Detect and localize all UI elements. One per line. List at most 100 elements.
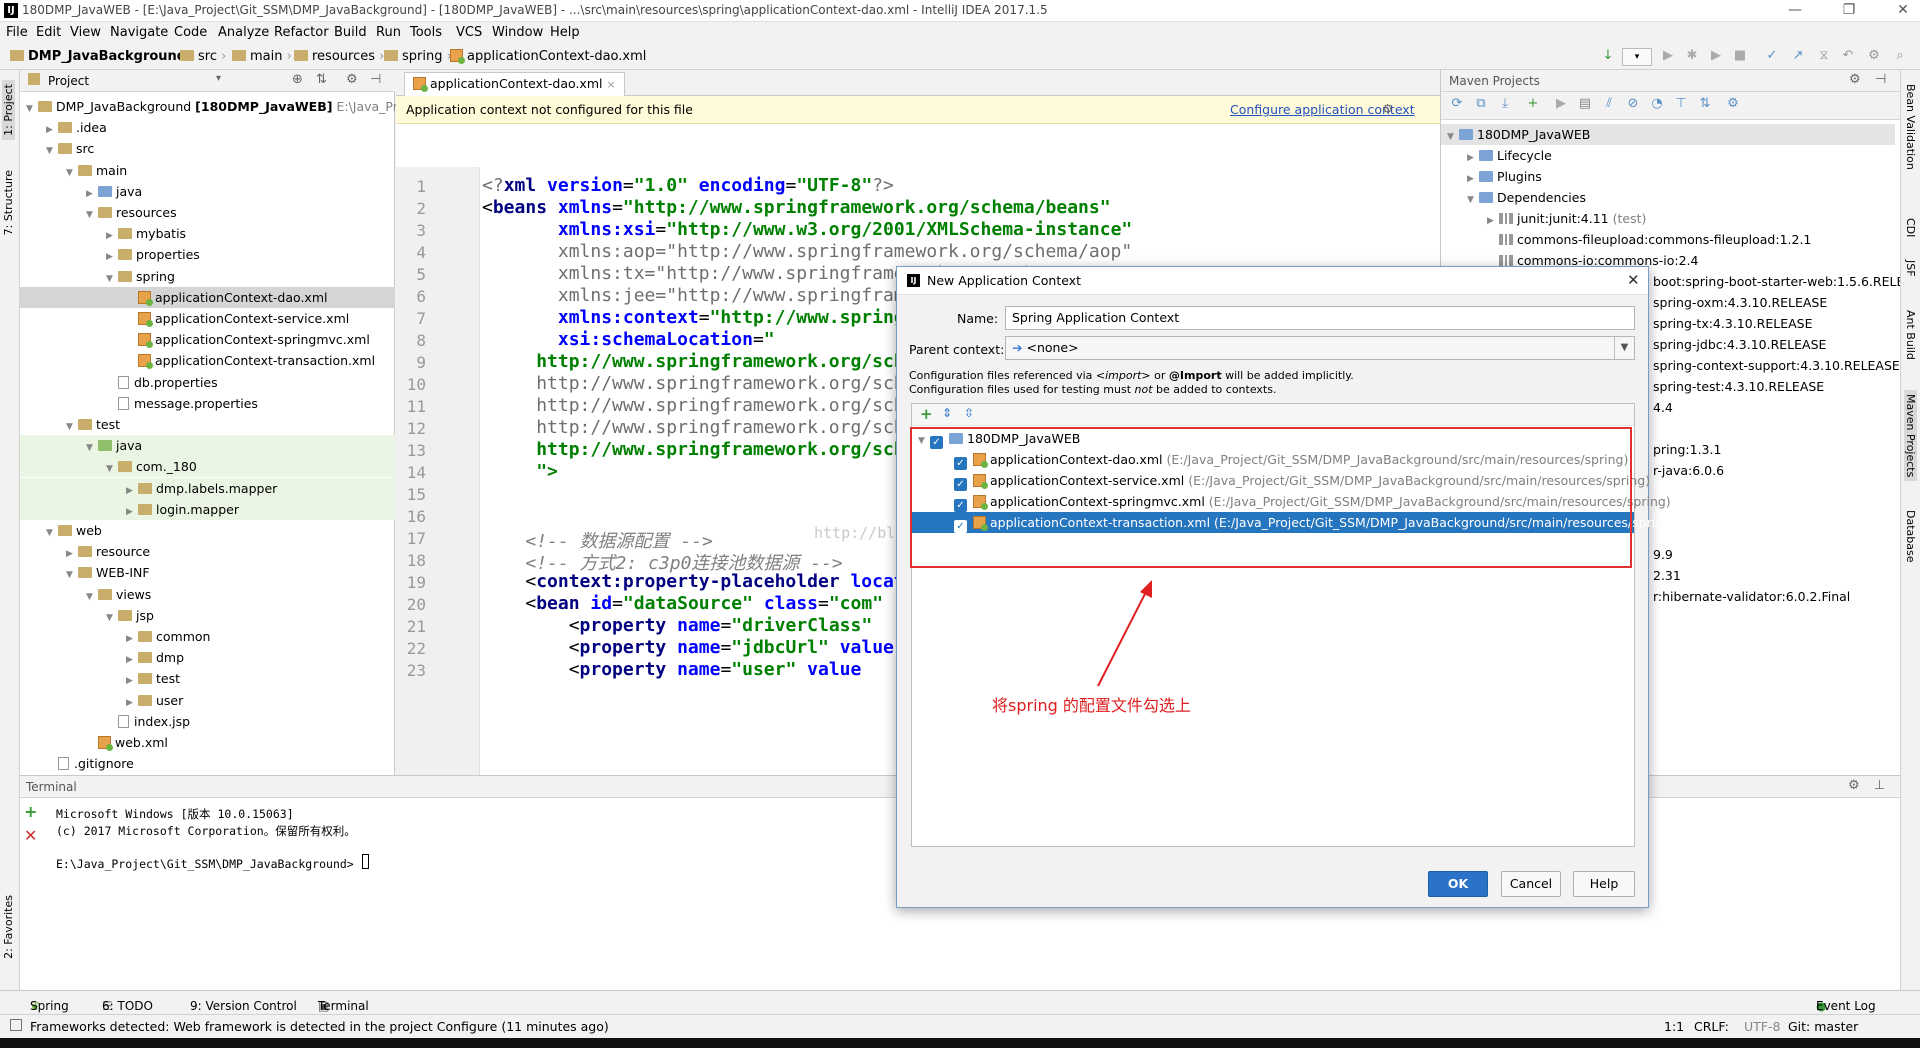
add-icon[interactable]: + — [920, 405, 933, 423]
vcs-commit-icon[interactable]: ✓ — [1764, 48, 1780, 64]
menu-vcs[interactable]: VCS — [456, 25, 482, 40]
code-line[interactable]: <property name="jdbcUrl" value — [482, 637, 894, 658]
code-line[interactable]: <beans xmlns="http://www.springframework… — [482, 197, 1111, 218]
project-tool-tab[interactable]: 1: Project — [2, 80, 15, 140]
line-separator[interactable]: CRLF: — [1694, 1019, 1729, 1034]
breadcrumb-item[interactable]: spring › — [384, 49, 452, 64]
menu-navigate[interactable]: Navigate — [110, 25, 168, 40]
tree-item[interactable]: ▶ dmp.labels.mapper — [20, 477, 395, 499]
cancel-button[interactable]: Cancel — [1501, 871, 1561, 897]
favorites-tool-tab[interactable]: 2: Favorites — [2, 895, 15, 959]
revert-icon[interactable]: ↶ — [1840, 48, 1856, 64]
menu-help[interactable]: Help — [550, 25, 580, 40]
download-icon[interactable]: ⤓ — [1497, 96, 1513, 112]
menu-analyze[interactable]: Analyze — [218, 25, 269, 40]
menu-refactor[interactable]: Refactor — [274, 25, 329, 40]
tree-item[interactable]: ▶ properties — [20, 244, 395, 265]
tree-item[interactable]: applicationContext-dao.xml — [20, 286, 395, 308]
gear-icon[interactable]: ⚙ — [1848, 778, 1860, 793]
show-dependencies-icon[interactable]: ⊤ — [1673, 96, 1689, 112]
cdi-tool-tab[interactable]: CDI — [1904, 218, 1917, 237]
name-input[interactable]: Spring Application Context — [1005, 306, 1635, 330]
chevron-down-icon[interactable]: ▼ — [1614, 337, 1634, 359]
tree-item[interactable]: applicationContext-service.xml — [20, 308, 395, 329]
tree-item[interactable]: ▶ common — [20, 626, 395, 647]
tree-item[interactable]: applicationContext-springmvc.xml — [20, 329, 395, 350]
tree-item[interactable]: ▶ java — [20, 181, 395, 202]
tree-item[interactable]: ▼ java — [20, 435, 395, 457]
vcs-push-icon[interactable]: ↗ — [1790, 48, 1806, 64]
tab-applicationcontext-dao[interactable]: applicationContext-dao.xml × — [404, 72, 625, 96]
hide-panel-icon[interactable]: ⊥ — [1874, 778, 1885, 793]
tree-item[interactable]: ▼ views — [20, 584, 395, 605]
help-button[interactable]: Help — [1573, 871, 1635, 897]
skip-tests-icon[interactable]: ⊘ — [1625, 96, 1641, 112]
reimport-icon[interactable]: ⟳ — [1449, 96, 1465, 112]
generate-sources-icon[interactable]: ⧉ — [1473, 96, 1489, 112]
toggle-tool-windows-icon[interactable] — [10, 1019, 22, 1031]
maven-tree-item[interactable]: r:hibernate-validator:6.0.2.Final — [1653, 586, 1850, 607]
tree-item[interactable]: web.xml — [20, 732, 395, 753]
file-encoding[interactable]: UTF-8 — [1744, 1019, 1780, 1034]
scroll-from-source-icon[interactable]: ⊕ — [292, 72, 303, 87]
close-window-button[interactable]: ✕ — [1888, 2, 1918, 18]
maven-tree-item[interactable]: spring-oxm:4.3.10.RELEASE — [1653, 292, 1827, 313]
project-view-selector[interactable]: Project — [48, 74, 89, 88]
jsf-tool-tab[interactable]: JSF — [1904, 260, 1917, 277]
maven-tree-item[interactable]: r-java:6.0.6 — [1653, 460, 1724, 481]
tree-item[interactable]: ▶ user — [20, 690, 395, 711]
tree-item[interactable]: ▼ test — [20, 414, 395, 435]
maven-tree-item[interactable]: spring-test:4.3.10.RELEASE — [1653, 376, 1824, 397]
code-line[interactable]: "> — [482, 461, 558, 482]
gear-icon[interactable]: ⚙ — [1382, 101, 1393, 116]
breadcrumb-item[interactable]: resources › — [294, 49, 384, 64]
ok-button[interactable]: OK — [1428, 871, 1488, 897]
menu-view[interactable]: View — [70, 25, 101, 40]
tree-item[interactable]: ▼ com._180 — [20, 456, 395, 478]
chevron-down-icon[interactable]: ▾ — [216, 73, 221, 84]
maven-projects-tool-tab[interactable]: Maven Projects — [1904, 390, 1917, 482]
toggle-offline-icon[interactable]: ⫽ — [1601, 96, 1617, 112]
maven-tree-item[interactable]: spring-context-support:4.3.10.RELEASE — [1653, 355, 1900, 376]
vcs-update-icon[interactable]: ↓ — [1600, 48, 1616, 64]
tree-item[interactable]: ▼ jsp — [20, 605, 395, 626]
menu-code[interactable]: Code — [174, 25, 207, 40]
status-message[interactable]: Frameworks detected: Web framework is de… — [30, 1019, 609, 1034]
expand-all-icon[interactable]: ⇕ — [942, 406, 952, 420]
hide-panel-icon[interactable]: ⊣ — [1875, 72, 1886, 87]
ant-build-tool-tab[interactable]: Ant Build — [1904, 310, 1917, 360]
breadcrumb-item[interactable]: src › — [180, 49, 226, 64]
parent-context-select[interactable]: ➔ <none> ▼ — [1005, 336, 1635, 360]
lifecycle-icon[interactable]: ◔ — [1649, 96, 1665, 112]
breadcrumb-item[interactable]: DMP_JavaBackground › — [10, 49, 195, 64]
menu-file[interactable]: File — [6, 25, 28, 40]
tree-item[interactable]: ▼ resources — [20, 202, 395, 223]
history-icon[interactable]: ⧖ — [1816, 48, 1832, 64]
menu-build[interactable]: Build — [334, 25, 367, 40]
code-line[interactable]: <?xml version="1.0" encoding="UTF-8"?> — [482, 175, 894, 196]
add-icon[interactable]: + — [1525, 96, 1541, 112]
tree-item[interactable]: ▼ WEB-INF — [20, 562, 395, 583]
code-line[interactable]: <property name="user" value — [482, 659, 862, 680]
maven-tree-item[interactable]: ▶ junit:junit:4.11 (test) — [1487, 208, 1646, 229]
chevron-down-icon[interactable]: ▼ — [1447, 127, 1459, 148]
git-branch[interactable]: Git: master — [1788, 1019, 1858, 1034]
tree-item[interactable]: ▶ .idea — [20, 117, 395, 138]
breadcrumb-item[interactable]: main › — [232, 49, 292, 64]
tree-item[interactable]: .gitignore — [20, 753, 395, 774]
hide-panel-icon[interactable]: ⊣ — [370, 72, 381, 87]
bean-validation-tool-tab[interactable]: Bean Validation — [1904, 84, 1917, 170]
tree-item[interactable]: db.properties — [20, 372, 395, 393]
caret-position[interactable]: 1:1 — [1664, 1019, 1684, 1034]
tree-item[interactable]: ▼ spring — [20, 266, 395, 287]
settings-icon[interactable]: ⚙ — [1866, 48, 1882, 64]
code-line[interactable]: xmlns:xsi="http://www.w3.org/2001/XMLSch… — [482, 219, 1132, 240]
maven-tree-item[interactable]: boot:spring-boot-starter-web:1.5.6.RELEA… — [1653, 271, 1920, 292]
menu-tools[interactable]: Tools — [410, 25, 442, 40]
chevron-down-icon[interactable]: ▼ — [1467, 190, 1479, 211]
database-tool-tab[interactable]: Database — [1904, 510, 1917, 563]
structure-tool-tab[interactable]: 7: Structure — [2, 170, 15, 235]
maven-tree-item[interactable]: ▼ Dependencies — [1467, 187, 1586, 208]
menu-edit[interactable]: Edit — [36, 25, 61, 40]
tree-item[interactable]: ▼ DMP_JavaBackground [180DMP_JavaWEB] E:\… — [20, 96, 409, 117]
